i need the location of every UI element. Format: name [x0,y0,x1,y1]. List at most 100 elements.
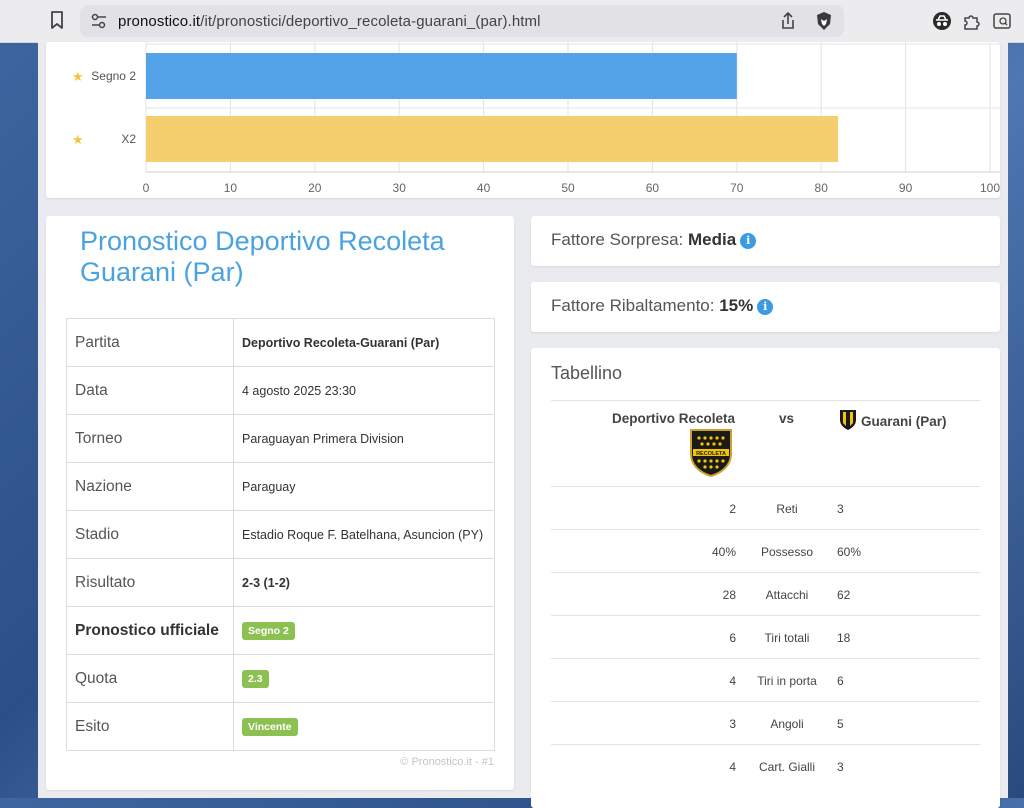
stat-away-value: 18 [837,631,851,645]
probability-chart-card: ★ Segno 2 ★ X2 0 10 20 30 40 50 60 70 80 90 100 [46,42,1000,198]
bar [146,53,737,99]
copyright-text: © Pronostico.it - #1 [400,756,494,768]
tick-label: 70 [730,181,744,195]
fattore-sorpresa-card: Fattore Sorpresa: Media i [531,216,1000,266]
tick-label: 50 [561,181,575,195]
stat-row: 4 Tiri in porta 6 [551,658,980,702]
info-row: Data 4 agosto 2025 23:30 [66,366,495,415]
tick-label: 10 [224,181,238,195]
svg-text:RECOLETA: RECOLETA [696,451,726,457]
value-badge: Segno 2 [242,621,295,640]
stat-name: Possesso [760,545,814,559]
info-icon[interactable]: i [757,299,774,315]
value-badge: 2.3 [242,669,269,688]
stat-away-value: 62 [837,588,851,602]
info-key: Quota [66,654,234,703]
info-key: Data [66,366,234,415]
info-row: Esito Vincente [66,702,495,751]
url-host: pronostico.it [118,13,201,30]
info-key: Partita [66,318,234,367]
category-label: X2 [121,132,136,146]
star-icon: ★ [72,70,84,85]
info-value: Deportivo Recoleta-Guarani (Par) [233,318,495,367]
info-value: 2.3 [233,654,495,703]
bookmark-icon[interactable] [50,11,64,35]
stat-away-value: 3 [837,760,844,774]
info-row: Pronostico ufficiale Segno 2 [66,606,495,655]
value-badge: Vincente [242,717,298,736]
info-key: Pronostico ufficiale [66,606,234,655]
stat-row: 3 Angoli 5 [551,701,980,745]
stat-name: Reti [776,502,798,516]
info-key: Esito [66,702,234,751]
stat-name: Tiri in porta [757,674,817,688]
info-row: Nazione Paraguay [66,462,495,511]
bar [146,116,839,162]
share-icon[interactable] [780,11,796,35]
stat-row: 6 Tiri totali 18 [551,615,980,659]
fattore-sorpresa-label: Fattore Sorpresa: [551,230,684,249]
tick-label: 80 [815,181,829,195]
stat-row: 4 Cart. Gialli 3 [551,744,980,788]
vs-label: vs [779,411,795,426]
info-icon[interactable]: i [740,233,757,249]
info-row: Quota 2.3 [66,654,495,703]
info-value: Paraguayan Primera Division [233,414,495,463]
probability-bar-chart: ★ Segno 2 ★ X2 0 10 20 30 40 50 60 70 80 90 100 [72,42,1000,195]
tick-label: 30 [393,181,407,195]
site-settings-icon[interactable] [90,13,108,34]
tabellino-title: Tabellino [551,363,623,383]
stat-row: 40% Possesso 60% [551,529,980,573]
fattore-sorpresa-value: Media [688,230,737,249]
browser-toolbar: pronostico.it/it/pronostici/deportivo_re… [0,0,1024,43]
page-content: ★ Segno 2 ★ X2 0 10 20 30 40 50 60 70 80 90 100 Pronos… [38,42,1008,808]
info-row: Stadio Estadio Roque F. Batelhana, Asunci… [66,510,495,559]
fattore-ribaltamento-value: 15% [719,296,754,315]
info-key: Stadio [66,510,234,559]
stat-away-value: 3 [837,502,844,516]
info-row: Torneo Paraguayan Primera Division [66,414,495,463]
tick-label: 20 [308,181,322,195]
info-key: Risultato [66,558,234,607]
category-label: Segno 2 [91,69,136,83]
info-value: 4 agosto 2025 23:30 [233,366,495,415]
guarani-crest-icon [840,410,856,430]
info-value: Paraguay [233,462,495,511]
address-bar[interactable]: pronostico.it/it/pronostici/deportivo_re… [80,5,844,37]
extensions-puzzle-icon[interactable] [962,11,982,36]
fattore-ribaltamento-label: Fattore Ribaltamento: [551,296,715,315]
tick-label: 0 [143,181,150,195]
incognito-icon[interactable] [932,11,952,36]
match-info-table: Partita Deportivo Recoleta-Guarani (Par) D… [66,318,495,751]
info-row: Partita Deportivo Recoleta-Guarani (Par) [66,318,495,367]
info-value: Estadio Roque F. Batelhana, Asuncion (PY… [233,510,495,559]
info-key: Nazione [66,462,234,511]
stat-away-value: 5 [837,717,844,731]
info-row: Risultato 2-3 (1-2) [66,558,495,607]
stat-away-value: 6 [837,674,844,688]
info-value: Vincente [233,702,495,751]
star-icon: ★ [72,133,84,148]
sidebar-search-icon[interactable] [992,11,1012,36]
stat-away-value: 60% [837,545,862,559]
tabellino-header: Deportivo Recoleta vs Guarani (Par) RECO… [551,400,980,487]
url-path: /it/pronostici/deportivo_recoleta-guaran… [200,13,541,30]
info-value: 2-3 (1-2) [233,558,495,607]
stat-name: Tiri totali [764,631,810,645]
tick-label: 90 [899,181,913,195]
tick-label: 60 [646,181,660,195]
stat-name: Attacchi [765,588,809,602]
info-value: Segno 2 [233,606,495,655]
brave-shield-icon[interactable] [814,11,834,36]
url-text: pronostico.it/it/pronostici/deportivo_re… [118,13,541,30]
tick-label: 100 [980,181,1000,195]
fattore-ribaltamento-card: Fattore Ribaltamento: 15% i [531,282,1000,332]
away-team: Guarani (Par) [839,409,947,434]
tick-label: 40 [477,181,491,195]
stat-name: Angoli [770,717,804,731]
info-key: Torneo [66,414,234,463]
stat-row: 28 Attacchi 62 [551,572,980,616]
stat-name: Cart. Gialli [758,760,815,774]
prediction-card: Pronostico Deportivo Recoleta Guarani (P… [46,216,514,790]
page-title: Pronostico Deportivo Recoleta Guarani (P… [80,226,445,287]
